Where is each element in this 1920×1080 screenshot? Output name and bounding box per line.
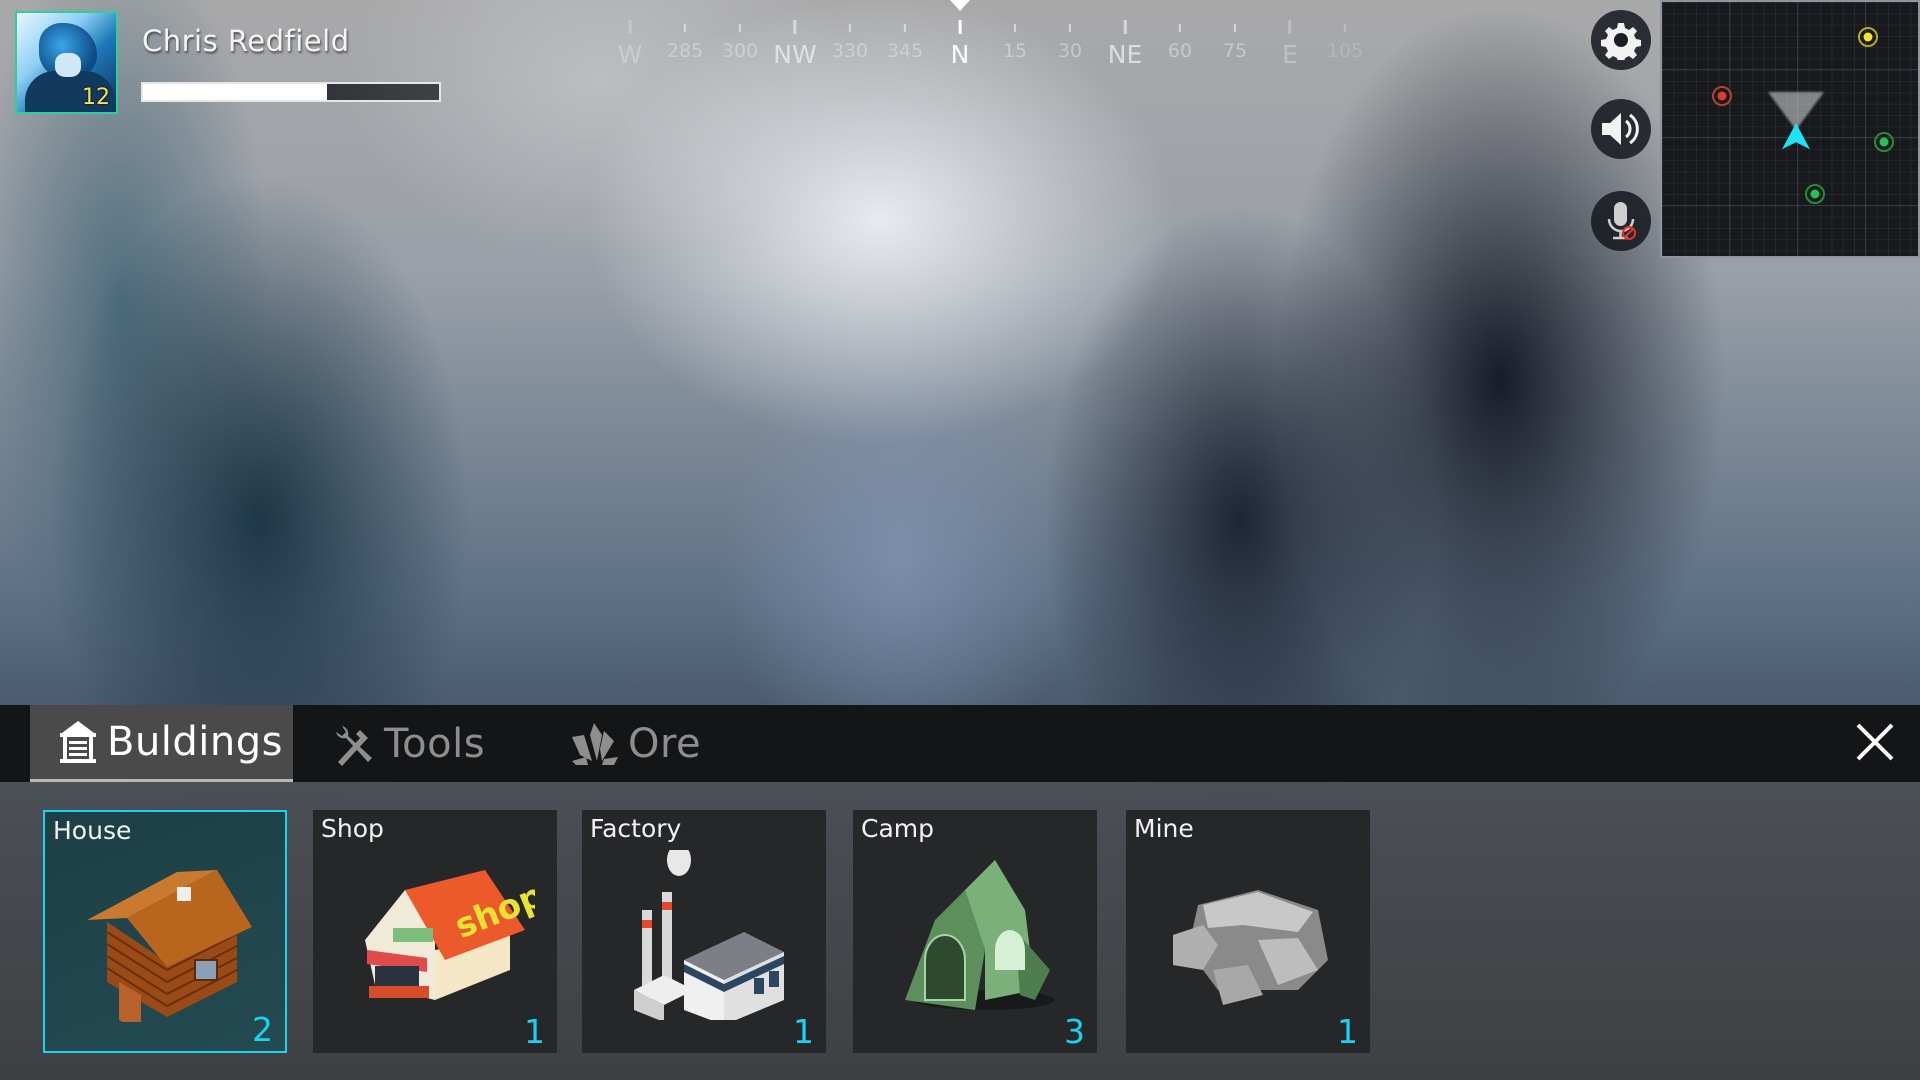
compass-tick [903, 24, 906, 32]
tools-icon [336, 725, 372, 766]
building-card-factory[interactable]: Factory 1 [582, 810, 826, 1053]
sound-button[interactable] [1591, 99, 1651, 159]
tab-label: Tools [384, 720, 486, 767]
compass-tick [1014, 24, 1016, 32]
card-count: 1 [524, 1012, 545, 1051]
gear-icon [1601, 23, 1641, 60]
minimap-enemy-marker[interactable] [1712, 86, 1732, 106]
tab-buildings[interactable]: Buldings [30, 705, 293, 782]
log-cabin-icon [87, 870, 252, 1022]
tab-ore[interactable]: Ore [570, 705, 701, 782]
card-count: 2 [252, 1010, 273, 1049]
building-card-camp[interactable]: Camp 3 [853, 810, 1097, 1053]
compass-mark: E [1282, 20, 1298, 69]
compass-tick [1234, 24, 1236, 32]
compass-mark: NE [1107, 20, 1143, 69]
close-button[interactable] [1855, 722, 1895, 762]
card-count: 1 [1337, 1012, 1358, 1051]
compass-mark: 330 [832, 20, 868, 62]
compass-mark: 105 [1327, 20, 1363, 62]
card-title: Shop [321, 814, 384, 843]
compass-label: 105 [1326, 40, 1364, 62]
card-count: 1 [793, 1012, 814, 1051]
compass-tick [683, 24, 686, 32]
compass-mark: NW [773, 20, 817, 69]
compass-mark: 30 [1058, 20, 1082, 62]
tab-label: Ore [628, 720, 702, 767]
compass-mark: 60 [1168, 20, 1192, 62]
build-menu-tabbar: Buldings Tools Ore [0, 705, 1920, 782]
building-card-mine[interactable]: Mine 1 [1126, 810, 1370, 1053]
minimap[interactable] [1660, 0, 1920, 258]
minimap-objective-marker[interactable] [1858, 27, 1878, 47]
compass-mark: W [617, 20, 643, 69]
player-arrow-icon [1782, 123, 1810, 150]
compass-label: NE [1107, 40, 1143, 69]
crystal-camp-icon [905, 860, 1055, 1010]
compass-tick [848, 24, 851, 32]
rock-mine-icon [1173, 890, 1328, 1005]
compass-mark: 15 [1003, 20, 1027, 62]
compass-mark: 300 [722, 20, 758, 62]
compass-mark: 285 [667, 20, 703, 62]
card-title: Camp [861, 814, 934, 843]
compass-mark: 345 [887, 20, 923, 62]
microphone-button[interactable] [1591, 191, 1651, 251]
compass-label: 75 [1222, 40, 1248, 62]
tab-label: Buldings [107, 719, 283, 765]
compass-label: 60 [1167, 40, 1193, 62]
settings-button[interactable] [1591, 10, 1651, 70]
compass-tick [1179, 24, 1181, 32]
factory-icon [634, 850, 784, 1020]
speaker-icon [1602, 113, 1639, 145]
compass-tick [628, 20, 632, 34]
building-icon [60, 721, 96, 763]
minimap-ally-marker[interactable] [1805, 184, 1825, 204]
building-card-house[interactable]: House 2 [43, 810, 287, 1053]
compass-label: W [617, 40, 643, 69]
compass-mark: N [950, 20, 970, 69]
player-name: Chris Redfield [142, 24, 350, 58]
compass-heading-indicator-icon [950, 0, 970, 11]
compass-label: 345 [886, 40, 924, 62]
card-title: House [53, 816, 132, 845]
compass-tick [1343, 24, 1346, 32]
compass-bar: W 285 300 NW 330 345 N 15 30 NE 60 75 E 105 [590, 0, 1363, 70]
compass-tick [1288, 20, 1292, 34]
compass-label: N [950, 40, 970, 69]
card-title: Factory [590, 814, 682, 843]
microphone-muted-icon [1607, 202, 1636, 240]
card-title: Mine [1134, 814, 1194, 843]
compass-label: 30 [1057, 40, 1083, 62]
compass-tick [1069, 24, 1071, 32]
compass-label: 330 [831, 40, 869, 62]
compass-tick [793, 20, 797, 34]
compass-tick [958, 20, 962, 34]
player-level: 12 [82, 85, 110, 110]
shop-building-icon: shop [365, 870, 535, 1000]
crystal-ore-icon [572, 722, 618, 765]
building-card-shop[interactable]: Shop shop 1 [313, 810, 557, 1053]
close-icon [1856, 723, 1894, 761]
compass-label: 15 [1002, 40, 1028, 62]
compass-label: E [1282, 40, 1298, 69]
xp-progress-bar [141, 82, 441, 102]
compass-label: NW [773, 40, 817, 69]
card-count: 3 [1064, 1012, 1085, 1051]
compass-tick [738, 24, 741, 32]
compass-label: 285 [666, 40, 704, 62]
compass-tick [1123, 20, 1127, 34]
tab-tools[interactable]: Tools [332, 705, 485, 782]
compass-label: 300 [721, 40, 759, 62]
player-avatar[interactable]: 12 [15, 11, 118, 114]
compass-mark: 75 [1223, 20, 1247, 62]
minimap-ally-marker[interactable] [1874, 132, 1894, 152]
